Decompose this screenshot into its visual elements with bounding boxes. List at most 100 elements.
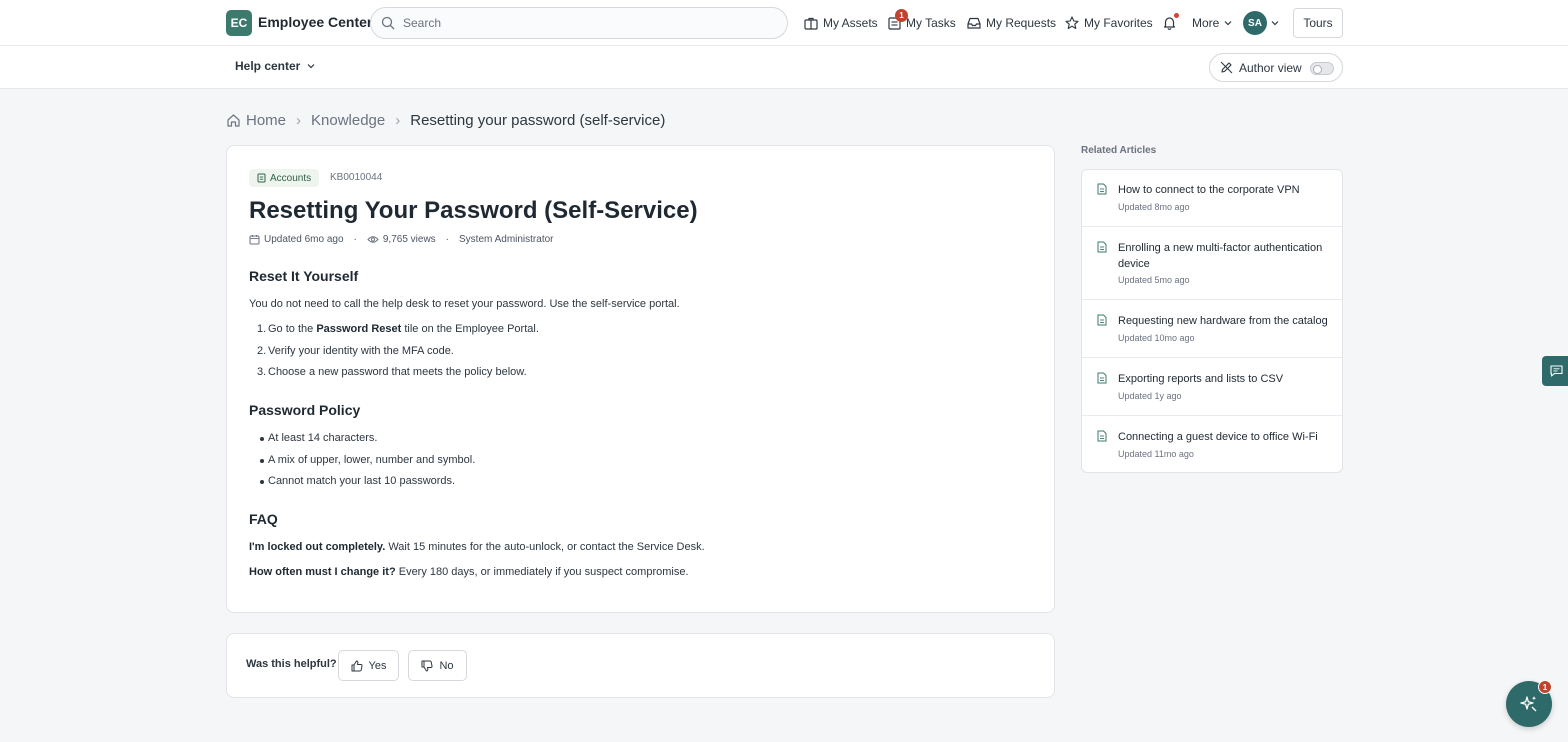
nav-my-favorites[interactable]: My Favorites	[1065, 14, 1153, 32]
related-article-updated: Updated 1y ago	[1118, 391, 1182, 401]
policy-item: At least 14 characters.	[268, 432, 378, 444]
calendar-icon	[249, 235, 260, 245]
home-icon	[227, 113, 240, 127]
nav-my-assets-label: My Assets	[823, 16, 878, 30]
related-article-title: Exporting reports and lists to CSV	[1118, 373, 1284, 385]
related-article-title: Enrolling a new multi-factor authenticat…	[1118, 242, 1323, 270]
breadcrumb-home[interactable]: Home	[246, 112, 286, 129]
feedback-question: Was this helpful?	[246, 658, 337, 670]
sparkle-icon	[1520, 696, 1537, 712]
related-articles-heading: Related Articles	[1081, 145, 1157, 156]
feedback-tab-button[interactable]	[1542, 356, 1568, 386]
related-article-title: How to connect to the corporate VPN	[1118, 184, 1300, 196]
step-item: Go to the Password Reset tile on the Emp…	[268, 323, 539, 335]
article-meta: Updated 6mo ago · 9,765 views · System A…	[249, 234, 554, 245]
related-article-updated: Updated 11mo ago	[1118, 449, 1194, 459]
breadcrumb: Home › Knowledge › Resetting your passwo…	[226, 110, 665, 130]
policy-item: Cannot match your last 10 passwords.	[268, 475, 456, 487]
thumbs-up-icon	[351, 660, 363, 671]
document-icon	[1097, 372, 1107, 384]
related-article-updated: Updated 5mo ago	[1118, 275, 1190, 285]
edit-icon	[1220, 61, 1233, 74]
breadcrumb-current: Resetting your password (self-service)	[410, 111, 666, 129]
related-article-item[interactable]: Requesting new hardware from the catalog…	[1082, 301, 1342, 358]
step-number: 3.	[257, 366, 267, 378]
section-intro: You do not need to call the help desk to…	[249, 298, 680, 310]
chevron-right-icon: ›	[296, 111, 302, 129]
tours-button[interactable]: Tours	[1293, 8, 1343, 38]
chevron-right-icon: ›	[395, 111, 401, 129]
document-icon	[1097, 183, 1107, 195]
section-heading-faq: FAQ	[249, 511, 278, 527]
article-views: 9,765 views	[382, 234, 436, 245]
app-logo[interactable]: EC	[226, 10, 252, 36]
author-view-toggle[interactable]: Author view	[1209, 53, 1343, 82]
article-updated: Updated 6mo ago	[264, 234, 344, 245]
help-center-label: Help center	[235, 59, 301, 73]
nav-my-tasks-label: My Tasks	[906, 16, 956, 30]
category-label: Accounts	[270, 172, 312, 184]
help-center-menu[interactable]: Help center	[235, 59, 315, 73]
message-icon	[1549, 365, 1563, 377]
bullet-dot	[260, 459, 264, 463]
helpful-no-button[interactable]: No	[408, 650, 467, 681]
policy-item: A mix of upper, lower, number and symbol…	[268, 454, 476, 466]
helpful-yes-label: Yes	[368, 659, 387, 672]
related-article-item[interactable]: Exporting reports and lists to CSV Updat…	[1082, 359, 1342, 416]
nav-more-label: More	[1192, 16, 1220, 30]
related-article-item[interactable]: How to connect to the corporate VPN Upda…	[1082, 170, 1342, 227]
related-article-updated: Updated 10mo ago	[1118, 333, 1195, 343]
nav-my-assets[interactable]: My Assets	[804, 14, 878, 32]
thumbs-down-icon	[421, 660, 433, 671]
related-article-item[interactable]: Connecting a guest device to office Wi-F…	[1082, 417, 1342, 472]
section-heading-policy: Password Policy	[249, 402, 361, 418]
article-author: System Administrator	[459, 234, 554, 245]
related-article-item[interactable]: Enrolling a new multi-factor authenticat…	[1082, 228, 1342, 300]
article-number: KB0010044	[330, 172, 383, 183]
document-icon	[1097, 314, 1107, 326]
category-tag[interactable]: Accounts	[249, 169, 320, 187]
star-icon	[1065, 16, 1079, 30]
faq-item: How often must I change it? Every 180 da…	[249, 566, 689, 578]
tasks-count-badge: 1	[895, 9, 908, 22]
user-avatar[interactable]: SA	[1243, 11, 1267, 35]
app-title[interactable]: Employee Center	[258, 14, 372, 30]
category-icon	[257, 173, 266, 183]
document-icon	[1097, 241, 1107, 253]
eye-icon	[367, 236, 379, 243]
article-title: Resetting Your Password (Self-Service)	[249, 197, 698, 224]
user-menu-toggle[interactable]	[1271, 14, 1279, 32]
chat-badge: 1	[1538, 680, 1552, 694]
bullet-dot	[260, 480, 264, 484]
search-input[interactable]	[403, 14, 773, 32]
bullet-dot	[260, 437, 264, 441]
nav-my-requests-label: My Requests	[986, 16, 1057, 30]
step-item: Choose a new password that meets the pol…	[268, 366, 527, 378]
bell-icon	[1163, 17, 1176, 30]
document-icon	[1097, 430, 1107, 442]
helpful-yes-button[interactable]: Yes	[338, 650, 399, 681]
nav-my-requests[interactable]: My Requests	[967, 14, 1056, 32]
related-article-updated: Updated 8mo ago	[1118, 202, 1190, 212]
search-icon	[381, 16, 395, 30]
author-view-switch[interactable]	[1310, 62, 1334, 75]
step-number: 1.	[257, 323, 267, 335]
breadcrumb-knowledge[interactable]: Knowledge	[311, 112, 385, 129]
chevron-down-icon	[307, 64, 315, 69]
section-heading-reset: Reset It Yourself	[249, 268, 359, 284]
assets-icon	[804, 17, 818, 30]
nav-more-menu[interactable]: More	[1192, 14, 1232, 32]
chevron-down-icon	[1271, 21, 1279, 26]
inbox-icon	[967, 17, 981, 29]
notification-dot	[1174, 13, 1179, 18]
nav-my-favorites-label: My Favorites	[1084, 16, 1153, 30]
helpful-no-label: No	[439, 659, 454, 672]
step-item: Verify your identity with the MFA code.	[268, 345, 454, 357]
search-box[interactable]	[370, 7, 788, 39]
related-article-title: Requesting new hardware from the catalog	[1118, 315, 1328, 327]
faq-item: I'm locked out completely. Wait 15 minut…	[249, 541, 705, 553]
related-article-title: Connecting a guest device to office Wi-F…	[1118, 431, 1318, 443]
step-number: 2.	[257, 345, 267, 357]
chevron-down-icon	[1224, 21, 1232, 26]
author-view-label: Author view	[1239, 61, 1302, 75]
